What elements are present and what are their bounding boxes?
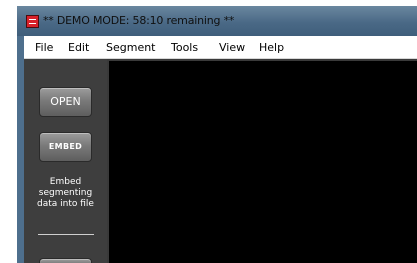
- menu-help[interactable]: Help: [259, 41, 284, 54]
- menu-bar: File Edit Segment Tools View Help: [24, 36, 417, 59]
- sidebar-divider: [38, 234, 94, 235]
- menu-view[interactable]: View: [219, 41, 245, 54]
- embed-description: Embed segmenting data into file: [37, 177, 94, 209]
- window-title: ** DEMO MODE: 58:10 remaining **: [43, 14, 235, 27]
- main-area: OPEN EMBED Embed segmenting data into fi…: [24, 59, 417, 263]
- menu-tools[interactable]: Tools: [171, 41, 198, 54]
- sidebar-button-partial[interactable]: [39, 258, 92, 263]
- app-icon[interactable]: [26, 15, 39, 28]
- menu-file[interactable]: File: [35, 41, 53, 54]
- sidebar: OPEN EMBED Embed segmenting data into fi…: [24, 59, 107, 263]
- title-bar[interactable]: ** DEMO MODE: 58:10 remaining **: [17, 6, 417, 36]
- menu-edit[interactable]: Edit: [68, 41, 89, 54]
- video-canvas[interactable]: [109, 61, 417, 263]
- embed-button[interactable]: EMBED: [39, 132, 92, 162]
- app-window: ** DEMO MODE: 58:10 remaining ** File Ed…: [17, 6, 417, 263]
- open-button[interactable]: OPEN: [39, 87, 92, 117]
- menu-segment[interactable]: Segment: [106, 41, 156, 54]
